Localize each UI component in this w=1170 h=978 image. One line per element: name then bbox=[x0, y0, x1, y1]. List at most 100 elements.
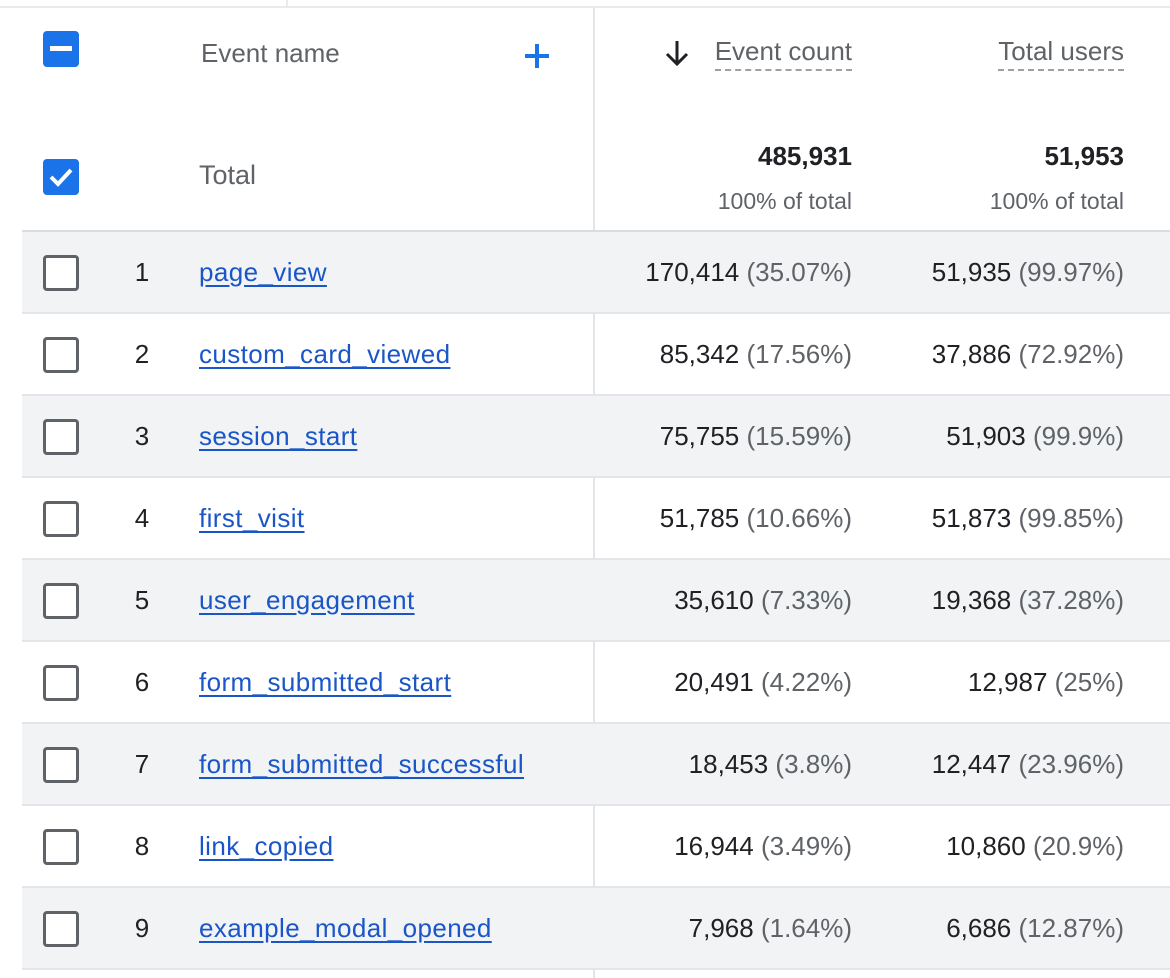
total-users-pct: (37.28%) bbox=[1018, 585, 1125, 615]
table-row: 4 first_visit 51,785 (10.66%) 51,873 (99… bbox=[22, 478, 1170, 560]
top-divider bbox=[0, 0, 1170, 8]
total-users-value: 19,368 bbox=[931, 585, 1012, 615]
total-users-cell: 19,368 (37.28%) bbox=[932, 585, 1124, 616]
total-users-value: 12,447 bbox=[931, 749, 1012, 779]
total-users-pct: (12.87%) bbox=[1018, 913, 1125, 943]
total-users-pct: (20.9%) bbox=[1032, 831, 1124, 861]
total-users-cell: 51,903 (99.9%) bbox=[946, 421, 1124, 452]
event-count-value: 7,968 bbox=[688, 913, 754, 943]
total-users-pct: (25%) bbox=[1054, 667, 1124, 697]
event-name-link[interactable]: user_engagement bbox=[199, 585, 415, 616]
table-row: 6 form_submitted_start 20,491 (4.22%) 12… bbox=[22, 642, 1170, 724]
add-dimension-button[interactable] bbox=[522, 41, 552, 71]
select-all-checkbox[interactable] bbox=[43, 31, 79, 67]
event-count-value: 18,453 bbox=[688, 749, 769, 779]
checkmark-icon bbox=[49, 168, 73, 187]
event-count-cell: 51,785 (10.66%) bbox=[660, 503, 852, 534]
table-header: Event name Event count Total users Total… bbox=[22, 8, 1170, 232]
total-users-cell: 51,935 (99.97%) bbox=[932, 257, 1124, 288]
column-header-event-count[interactable]: Event count bbox=[714, 36, 852, 71]
table-row: 3 session_start 75,755 (15.59%) 51,903 (… bbox=[22, 396, 1170, 478]
total-users-cell: 12,987 (25%) bbox=[968, 667, 1124, 698]
event-name-link[interactable]: link_copied bbox=[199, 831, 334, 862]
total-event-count: 485,931 bbox=[758, 141, 852, 171]
row-index: 6 bbox=[134, 667, 150, 697]
event-count-value: 35,610 bbox=[674, 585, 754, 615]
total-users-pct: (99.97%) bbox=[1018, 257, 1125, 287]
total-users-value: 6,686 bbox=[946, 913, 1012, 943]
event-count-cell: 7,968 (1.64%) bbox=[689, 913, 852, 944]
table-row: 7 form_submitted_successful 18,453 (3.8%… bbox=[22, 724, 1170, 806]
event-count-pct: (3.49%) bbox=[760, 831, 852, 861]
event-count-cell: 85,342 (17.56%) bbox=[660, 339, 852, 370]
table-row: 2 custom_card_viewed 85,342 (17.56%) 37,… bbox=[22, 314, 1170, 396]
row-checkbox[interactable] bbox=[43, 337, 79, 373]
event-count-value: 170,414 bbox=[645, 257, 740, 287]
total-users-value: 51,935 bbox=[931, 257, 1012, 287]
table-row: 1 page_view 170,414 (35.07%) 51,935 (99.… bbox=[22, 232, 1170, 314]
row-index: 3 bbox=[134, 421, 150, 451]
row-checkbox[interactable] bbox=[43, 747, 79, 783]
total-users-value: 51,903 bbox=[946, 421, 1026, 451]
event-count-pct: (1.64%) bbox=[760, 913, 852, 943]
event-name-link[interactable]: form_submitted_successful bbox=[199, 749, 524, 780]
event-count-cell: 170,414 (35.07%) bbox=[645, 257, 852, 288]
column-header-event-name[interactable]: Event name bbox=[201, 38, 340, 69]
totals-checkbox[interactable] bbox=[43, 159, 79, 195]
total-users-pct: (23.96%) bbox=[1018, 749, 1125, 779]
event-count-cell: 20,491 (4.22%) bbox=[674, 667, 852, 698]
total-users-cell: 10,860 (20.9%) bbox=[946, 831, 1124, 862]
event-count-value: 51,785 bbox=[659, 503, 740, 533]
event-count-pct: (4.22%) bbox=[760, 667, 852, 697]
row-checkbox[interactable] bbox=[43, 829, 79, 865]
column-header-total-users[interactable]: Total users bbox=[998, 36, 1124, 71]
row-checkbox[interactable] bbox=[43, 911, 79, 947]
row-checkbox[interactable] bbox=[43, 419, 79, 455]
row-checkbox[interactable] bbox=[43, 501, 79, 537]
row-index: 7 bbox=[134, 749, 150, 779]
event-name-link[interactable]: first_visit bbox=[199, 503, 305, 534]
total-users-pct: 100% of total bbox=[989, 188, 1124, 214]
event-name-link[interactable]: example_modal_opened bbox=[199, 913, 492, 944]
arrow-down-icon[interactable] bbox=[664, 38, 690, 68]
event-count-pct: (17.56%) bbox=[746, 339, 853, 369]
event-name-link[interactable]: custom_card_viewed bbox=[199, 339, 450, 370]
event-count-value: 20,491 bbox=[674, 667, 754, 697]
event-count-pct: (10.66%) bbox=[746, 503, 853, 533]
event-count-pct: (15.59%) bbox=[746, 421, 853, 451]
event-count-pct: (7.33%) bbox=[760, 585, 852, 615]
event-count-value: 16,944 bbox=[674, 831, 754, 861]
events-table: Event name Event count Total users Total… bbox=[22, 8, 1170, 978]
row-index: 9 bbox=[134, 913, 150, 943]
event-name-link[interactable]: session_start bbox=[199, 421, 357, 452]
row-index: 1 bbox=[134, 257, 150, 287]
row-index: 5 bbox=[134, 585, 150, 615]
row-checkbox[interactable] bbox=[43, 665, 79, 701]
table-row: 9 example_modal_opened 7,968 (1.64%) 6,6… bbox=[22, 888, 1170, 970]
total-users-value: 51,873 bbox=[931, 503, 1012, 533]
event-count-pct: (3.8%) bbox=[775, 749, 852, 779]
total-users-cell: 12,447 (23.96%) bbox=[932, 749, 1124, 780]
event-name-link[interactable]: form_submitted_start bbox=[199, 667, 451, 698]
total-users-cell: 37,886 (72.92%) bbox=[932, 339, 1124, 370]
table-row: 8 link_copied 16,944 (3.49%) 10,860 (20.… bbox=[22, 806, 1170, 888]
event-count-value: 85,342 bbox=[659, 339, 740, 369]
total-users-value: 12,987 bbox=[967, 667, 1048, 697]
event-count-value: 75,755 bbox=[659, 421, 740, 451]
totals-label: Total bbox=[199, 160, 257, 190]
event-count-cell: 18,453 (3.8%) bbox=[689, 749, 852, 780]
row-checkbox[interactable] bbox=[43, 583, 79, 619]
total-users-value: 37,886 bbox=[931, 339, 1012, 369]
total-users-cell: 6,686 (12.87%) bbox=[946, 913, 1124, 944]
total-users-pct: (72.92%) bbox=[1018, 339, 1125, 369]
row-checkbox[interactable] bbox=[43, 255, 79, 291]
top-divider-tick bbox=[286, 0, 288, 8]
row-index: 2 bbox=[134, 339, 150, 369]
table-row: 5 user_engagement 35,610 (7.33%) 19,368 … bbox=[22, 560, 1170, 642]
total-users-cell: 51,873 (99.85%) bbox=[932, 503, 1124, 534]
event-name-link[interactable]: page_view bbox=[199, 257, 327, 288]
row-index: 8 bbox=[134, 831, 150, 861]
total-users-pct: (99.85%) bbox=[1018, 503, 1125, 533]
event-count-cell: 16,944 (3.49%) bbox=[674, 831, 852, 862]
total-users-value: 10,860 bbox=[946, 831, 1026, 861]
